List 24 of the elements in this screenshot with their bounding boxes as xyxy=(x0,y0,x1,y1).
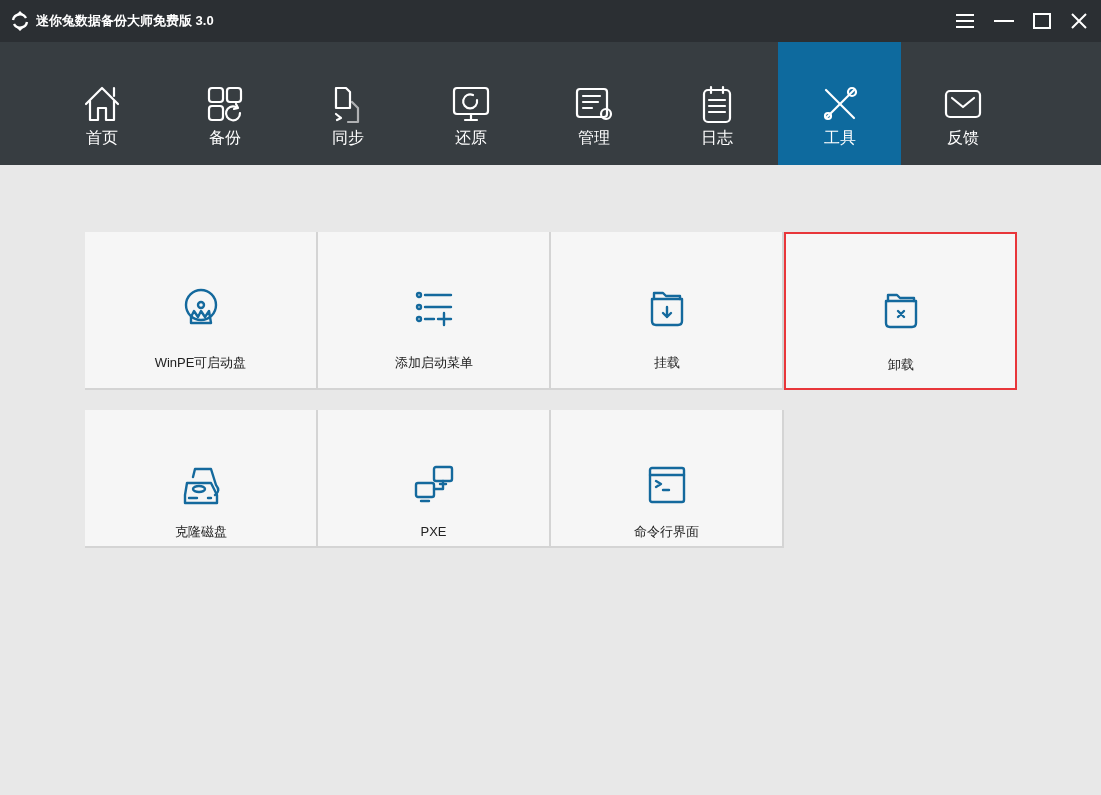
nav-tab[interactable]: 还原 xyxy=(409,42,532,165)
nav-tab[interactable]: 同步 xyxy=(286,42,409,165)
nav-tab[interactable]: 工具 xyxy=(778,42,901,165)
nav-tab[interactable]: 首页 xyxy=(40,42,163,165)
nav-tab[interactable]: 日志 xyxy=(655,42,778,165)
maximize-icon[interactable] xyxy=(1033,13,1051,29)
nav-tab[interactable]: 反馈 xyxy=(901,42,1024,165)
nav-tab[interactable]: 备份 xyxy=(163,42,286,165)
tool-tile[interactable]: 挂载 xyxy=(551,232,784,390)
tool-tile[interactable]: 克隆磁盘 xyxy=(85,410,318,548)
tool-tile[interactable]: 卸载 xyxy=(784,232,1017,390)
tool-tile[interactable]: 命令行界面 xyxy=(551,410,784,548)
menu-icon[interactable] xyxy=(955,14,975,28)
window-title: 迷你兔数据备份大师免费版 3.0 xyxy=(36,12,214,31)
network-computers-icon xyxy=(413,465,454,505)
monitor-icon xyxy=(450,84,491,124)
terminal-window-icon xyxy=(646,465,687,505)
logo-icon xyxy=(10,11,30,31)
tool-tile[interactable]: 添加启动菜单 xyxy=(318,232,551,390)
tool-tile[interactable]: PXE xyxy=(318,410,551,548)
tool-tile[interactable]: WinPE可启动盘 xyxy=(85,232,318,390)
minimize-icon[interactable] xyxy=(994,19,1014,23)
close-icon[interactable] xyxy=(1071,13,1087,29)
nav-tab[interactable]: 管理 xyxy=(532,42,655,165)
